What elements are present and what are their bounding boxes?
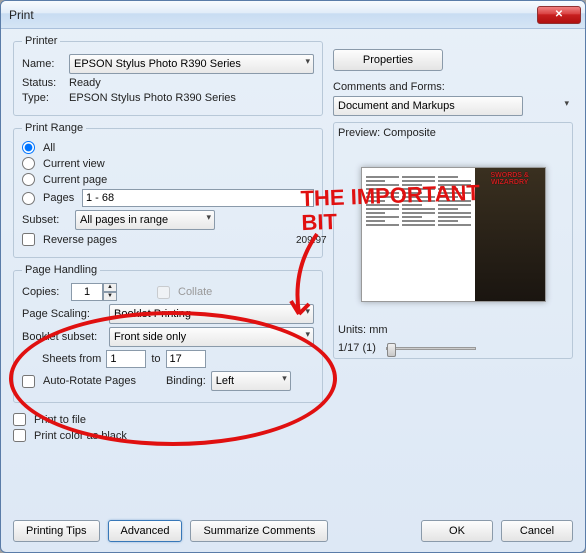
radio-current-page-label: Current page <box>43 174 107 186</box>
scaling-label: Page Scaling: <box>22 308 104 320</box>
units-value: mm <box>369 324 387 336</box>
booklet-label: Booklet subset: <box>22 331 104 343</box>
printer-group: Printer Name: EPSON Stylus Photo R390 Se… <box>13 35 323 116</box>
collate-label: Collate <box>178 286 212 298</box>
printer-name-select[interactable]: EPSON Stylus Photo R390 Series <box>69 54 314 74</box>
preview-thumbnail: SWORDS & WIZARDRY <box>361 167 546 302</box>
collate-checkbox <box>157 286 170 299</box>
print-color-black-checkbox[interactable] <box>13 429 26 442</box>
status-label: Status: <box>22 77 64 89</box>
autorotate-checkbox[interactable] <box>22 375 35 388</box>
preview-slider[interactable] <box>386 347 476 350</box>
autorotate-label: Auto-Rotate Pages <box>43 375 161 387</box>
close-button[interactable]: ✕ <box>537 6 581 24</box>
radio-current-view[interactable] <box>22 157 35 170</box>
sheets-from-input[interactable] <box>106 350 146 368</box>
reverse-label: Reverse pages <box>43 234 117 246</box>
type-value: EPSON Stylus Photo R390 Series <box>69 92 236 104</box>
advanced-button[interactable]: Advanced <box>108 520 183 542</box>
booklet-select[interactable]: Front side only <box>109 327 314 347</box>
scaling-select[interactable]: Booklet Printing <box>109 304 314 324</box>
page-indicator: 1/17 (1) <box>338 342 376 354</box>
print-dialog: Print ✕ Printer Name: EPSON Stylus Photo… <box>0 0 586 553</box>
copies-up[interactable]: ▲ <box>103 283 117 292</box>
copies-label: Copies: <box>22 286 66 298</box>
binding-label: Binding: <box>166 375 206 387</box>
handling-legend: Page Handling <box>22 264 100 276</box>
radio-current-page[interactable] <box>22 173 35 186</box>
cancel-button[interactable]: Cancel <box>501 520 573 542</box>
radio-pages-label: Pages <box>43 192 77 204</box>
properties-button[interactable]: Properties <box>333 49 443 71</box>
preview-legend: Preview: Composite <box>338 127 568 139</box>
printer-legend: Printer <box>22 35 60 47</box>
slider-thumb[interactable] <box>387 343 396 357</box>
radio-all-label: All <box>43 142 55 154</box>
window-title: Print <box>9 8 537 22</box>
comments-label: Comments and Forms: <box>333 81 573 93</box>
print-color-black-label: Print color as black <box>34 430 127 442</box>
print-to-file-label: Print to file <box>34 414 86 426</box>
titlebar: Print ✕ <box>1 1 585 29</box>
summarize-comments-button[interactable]: Summarize Comments <box>190 520 328 542</box>
preview-height-dim: 209.97 <box>296 235 327 246</box>
copies-down[interactable]: ▼ <box>103 292 117 301</box>
printing-tips-button[interactable]: Printing Tips <box>13 520 100 542</box>
sheets-to-label: to <box>151 353 160 365</box>
radio-current-view-label: Current view <box>43 158 105 170</box>
print-to-file-checkbox[interactable] <box>13 413 26 426</box>
subset-select[interactable]: All pages in range <box>75 210 215 230</box>
ok-button[interactable]: OK <box>421 520 493 542</box>
reverse-checkbox[interactable] <box>22 233 35 246</box>
type-label: Type: <box>22 92 64 104</box>
sheets-from-label: Sheets from <box>42 353 101 365</box>
print-range-group: Print Range All Current view Current pag… <box>13 122 323 258</box>
preview-group: Preview: Composite 296.97 209.97 <box>333 122 573 359</box>
radio-pages[interactable] <box>22 192 35 205</box>
comments-select[interactable]: Document and Markups <box>333 96 523 116</box>
subset-label: Subset: <box>22 214 70 226</box>
status-value: Ready <box>69 77 101 89</box>
radio-all[interactable] <box>22 141 35 154</box>
units-label: Units: <box>338 324 366 336</box>
sheets-to-input[interactable] <box>166 350 206 368</box>
range-legend: Print Range <box>22 122 86 134</box>
close-icon: ✕ <box>555 9 563 20</box>
page-handling-group: Page Handling Copies: ▲▼ Collate Page Sc… <box>13 264 323 403</box>
copies-input[interactable] <box>71 283 103 301</box>
binding-select[interactable]: Left <box>211 371 291 391</box>
name-label: Name: <box>22 58 64 70</box>
pages-input[interactable] <box>82 189 314 207</box>
cover-title: SWORDS & WIZARDRY <box>475 172 545 186</box>
